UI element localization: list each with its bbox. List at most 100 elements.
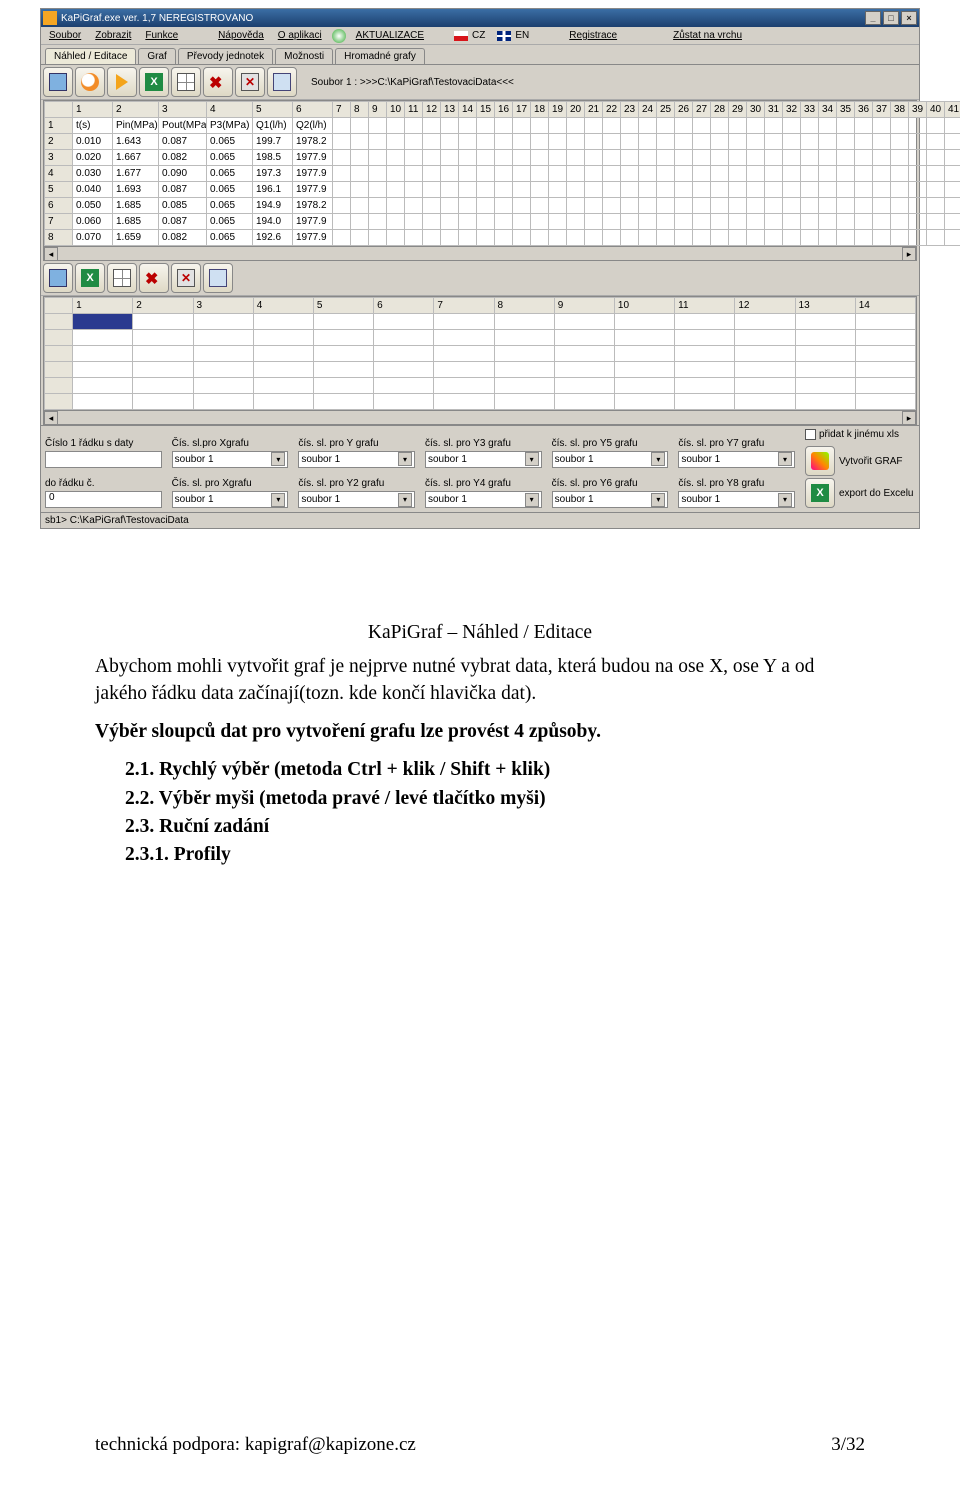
combo-y2col[interactable]: soubor 1▾	[298, 491, 415, 508]
col-header[interactable]: 2	[113, 102, 159, 118]
combo-y8col[interactable]: soubor 1▾	[678, 491, 795, 508]
header-cell[interactable]: Q1(l/h)	[253, 118, 293, 134]
data-cell[interactable]: 0.050	[73, 198, 113, 214]
menu-funkce[interactable]: Funkce	[139, 29, 184, 42]
menu-oaplikaci[interactable]: O aplikaci	[272, 29, 328, 42]
data-cell[interactable]: 0.082	[159, 150, 207, 166]
data-cell[interactable]: 0.065	[207, 134, 253, 150]
data-cell[interactable]: 197.3	[253, 166, 293, 182]
data-cell[interactable]: 1978.2	[293, 134, 333, 150]
col-header[interactable]: 5	[313, 298, 373, 314]
col-header[interactable]: 18	[531, 102, 549, 118]
data-cell[interactable]: 0.065	[207, 166, 253, 182]
col-header[interactable]: 30	[747, 102, 765, 118]
data-cell[interactable]: 1977.9	[293, 150, 333, 166]
forward-button[interactable]	[107, 67, 137, 97]
col-header[interactable]: 15	[477, 102, 495, 118]
data-cell[interactable]: 196.1	[253, 182, 293, 198]
col-header[interactable]: 21	[585, 102, 603, 118]
data-cell[interactable]: 0.090	[159, 166, 207, 182]
clear-grid-button-2[interactable]	[171, 263, 201, 293]
data-cell[interactable]: 0.030	[73, 166, 113, 182]
tab-nahled-editace[interactable]: Náhled / Editace	[45, 48, 136, 64]
col-header[interactable]: 23	[621, 102, 639, 118]
col-header[interactable]: 14	[459, 102, 477, 118]
scroll-right-icon[interactable]: ▸	[902, 411, 916, 425]
col-header[interactable]: 5	[253, 102, 293, 118]
data-cell[interactable]: 0.010	[73, 134, 113, 150]
header-cell[interactable]: Q2(l/h)	[293, 118, 333, 134]
col-header[interactable]: 22	[603, 102, 621, 118]
col-header[interactable]: 6	[293, 102, 333, 118]
add-grid-button-2[interactable]	[203, 263, 233, 293]
data-cell[interactable]: 1.685	[113, 214, 159, 230]
col-header[interactable]: 33	[801, 102, 819, 118]
col-header[interactable]: 4	[207, 102, 253, 118]
grid2-hscroll[interactable]: ◂ ▸	[44, 410, 916, 424]
data-cell[interactable]: 1977.9	[293, 182, 333, 198]
col-header[interactable]: 10	[387, 102, 405, 118]
data-cell[interactable]: 0.065	[207, 198, 253, 214]
col-header[interactable]: 6	[374, 298, 434, 314]
combo-y3col[interactable]: soubor 1▾	[425, 451, 542, 468]
data-cell[interactable]: 194.9	[253, 198, 293, 214]
flag-en-icon[interactable]	[497, 31, 511, 41]
maximize-button[interactable]: □	[883, 11, 899, 25]
row-header[interactable]: 5	[45, 182, 73, 198]
col-header[interactable]: 20	[567, 102, 585, 118]
tab-graf[interactable]: Graf	[138, 48, 175, 64]
data-cell[interactable]: 0.087	[159, 134, 207, 150]
data-cell[interactable]: 1.685	[113, 198, 159, 214]
input-first-row[interactable]	[45, 451, 162, 468]
header-cell[interactable]: Pout(MPa)	[159, 118, 207, 134]
col-header[interactable]: 35	[837, 102, 855, 118]
col-header[interactable]: 12	[735, 298, 795, 314]
col-header[interactable]: 13	[441, 102, 459, 118]
grid1-hscroll[interactable]: ◂ ▸	[44, 246, 916, 260]
col-header[interactable]: 8	[494, 298, 554, 314]
data-cell[interactable]: 0.065	[207, 150, 253, 166]
data-cell[interactable]: 1978.2	[293, 198, 333, 214]
col-header[interactable]	[45, 298, 73, 314]
col-header[interactable]: 41	[945, 102, 960, 118]
scroll-right-icon[interactable]: ▸	[902, 247, 916, 261]
col-header[interactable]: 13	[795, 298, 855, 314]
menu-napoveda[interactable]: Nápověda	[212, 29, 270, 42]
col-header[interactable]: 27	[693, 102, 711, 118]
col-header[interactable]: 1	[73, 298, 133, 314]
lang-cz[interactable]: CZ	[472, 30, 485, 41]
header-cell[interactable]: P3(MPa)	[207, 118, 253, 134]
row-header[interactable]: 8	[45, 230, 73, 246]
row-header[interactable]: 7	[45, 214, 73, 230]
menu-aktualizace[interactable]: AKTUALIZACE	[350, 29, 430, 42]
menu-registrace[interactable]: Registrace	[563, 29, 623, 42]
combo-y6col[interactable]: soubor 1▾	[552, 491, 669, 508]
data-cell[interactable]: 0.020	[73, 150, 113, 166]
open-file-button[interactable]	[43, 67, 73, 97]
data-cell[interactable]: 199.7	[253, 134, 293, 150]
data-cell[interactable]: 192.6	[253, 230, 293, 246]
open-file-button-2[interactable]	[43, 263, 73, 293]
menu-stayontop[interactable]: Zůstat na vrchu	[667, 29, 748, 42]
col-header[interactable]: 34	[819, 102, 837, 118]
col-header[interactable]: 19	[549, 102, 567, 118]
combo-y7col[interactable]: soubor 1▾	[678, 451, 795, 468]
col-header[interactable]: 29	[729, 102, 747, 118]
row-header[interactable]: 1	[45, 118, 73, 134]
col-header[interactable]: 26	[675, 102, 693, 118]
close-button[interactable]: ×	[901, 11, 917, 25]
col-header[interactable]: 31	[765, 102, 783, 118]
data-cell[interactable]: 1977.9	[293, 230, 333, 246]
data-cell[interactable]: 1.667	[113, 150, 159, 166]
col-header[interactable]: 9	[554, 298, 614, 314]
col-header[interactable]: 7	[333, 102, 351, 118]
data-cell[interactable]: 1.677	[113, 166, 159, 182]
combo-y5col[interactable]: soubor 1▾	[552, 451, 669, 468]
col-header[interactable]: 10	[614, 298, 674, 314]
col-header[interactable]: 1	[73, 102, 113, 118]
col-header[interactable]: 28	[711, 102, 729, 118]
header-cell[interactable]: t(s)	[73, 118, 113, 134]
row-header[interactable]: 6	[45, 198, 73, 214]
data-cell[interactable]: 0.082	[159, 230, 207, 246]
data-cell[interactable]: 198.5	[253, 150, 293, 166]
